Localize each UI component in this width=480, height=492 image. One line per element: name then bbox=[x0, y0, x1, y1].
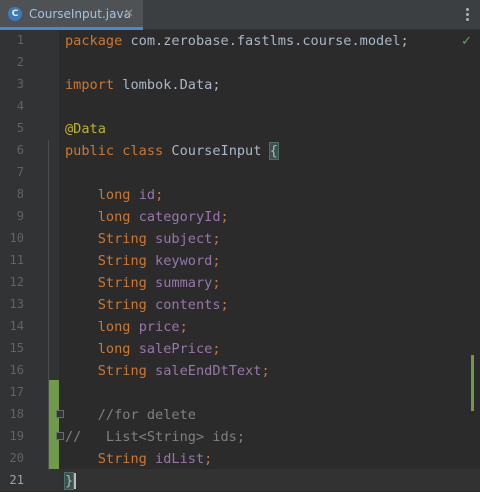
code-line-11[interactable]: String keyword; bbox=[65, 250, 221, 272]
text-caret bbox=[74, 473, 77, 489]
type: String bbox=[97, 451, 147, 467]
keyword: class bbox=[114, 143, 164, 159]
semicolon: ; bbox=[212, 253, 221, 269]
line-number[interactable]: 13 bbox=[0, 297, 24, 311]
close-icon[interactable]: ✕ bbox=[124, 6, 134, 20]
line-number[interactable]: 2 bbox=[0, 55, 24, 69]
line-number[interactable]: 18 bbox=[0, 407, 24, 421]
code-line-8[interactable]: long id; bbox=[65, 184, 164, 206]
semicolon: ; bbox=[220, 209, 229, 225]
field-name: categoryId bbox=[138, 209, 221, 225]
vcs-change-marker[interactable] bbox=[49, 380, 59, 469]
field-name: contents bbox=[155, 297, 221, 313]
keyword: public bbox=[65, 143, 115, 159]
line-number[interactable]: 17 bbox=[0, 385, 24, 399]
keyword: package bbox=[65, 33, 123, 49]
line-number[interactable]: 12 bbox=[0, 275, 24, 289]
annotation: @Data bbox=[65, 121, 106, 137]
type: String bbox=[97, 275, 147, 291]
comment: //for delete bbox=[65, 407, 196, 423]
java-class-icon: C bbox=[8, 7, 22, 21]
code-line-5[interactable]: @Data bbox=[65, 118, 106, 140]
fold-marker-icon[interactable] bbox=[56, 432, 64, 440]
code-line-19[interactable]: // List<String> ids; bbox=[65, 426, 245, 448]
semicolon: ; bbox=[212, 341, 221, 357]
field-name: keyword bbox=[155, 253, 213, 269]
line-number[interactable]: 4 bbox=[0, 99, 24, 113]
type: String bbox=[97, 253, 147, 269]
semicolon: ; bbox=[212, 275, 221, 291]
more-vertical-icon[interactable] bbox=[466, 8, 470, 23]
field-name: salePrice bbox=[138, 341, 213, 357]
package-name: com.zerobase.fastlms.course.model; bbox=[122, 33, 409, 49]
vertical-scrollbar[interactable] bbox=[466, 30, 480, 491]
type: String bbox=[97, 363, 147, 379]
semicolon: ; bbox=[179, 319, 188, 335]
type: long bbox=[97, 187, 131, 203]
line-number[interactable]: 6 bbox=[0, 143, 24, 157]
fold-marker-icon[interactable] bbox=[56, 410, 64, 418]
code-line-12[interactable]: String summary; bbox=[65, 272, 221, 294]
line-number[interactable]: 10 bbox=[0, 231, 24, 245]
line-number[interactable]: 21 bbox=[0, 473, 24, 487]
semicolon: ; bbox=[155, 187, 164, 203]
field-name: summary bbox=[155, 275, 213, 291]
code-line-20[interactable]: String idList; bbox=[65, 448, 213, 470]
line-number[interactable]: 20 bbox=[0, 451, 24, 465]
type: long bbox=[97, 209, 131, 225]
line-number[interactable]: 14 bbox=[0, 319, 24, 333]
line-number[interactable]: 9 bbox=[0, 209, 24, 223]
tab-label: CourseInput.java bbox=[29, 7, 131, 21]
line-number[interactable]: 11 bbox=[0, 253, 24, 267]
code-line-1[interactable]: package com.zerobase.fastlms.course.mode… bbox=[65, 30, 409, 52]
code-line-18[interactable]: //for delete bbox=[65, 404, 196, 426]
keyword: import bbox=[65, 77, 115, 93]
code-line-14[interactable]: long price; bbox=[65, 316, 188, 338]
matched-brace: { bbox=[268, 142, 279, 160]
check-icon[interactable]: ✓ bbox=[461, 34, 472, 49]
type: long bbox=[97, 319, 131, 335]
type: String bbox=[97, 297, 147, 313]
line-number[interactable]: 5 bbox=[0, 121, 24, 135]
field-name: subject bbox=[155, 231, 213, 247]
field-name: idList bbox=[155, 451, 205, 467]
matched-brace: } bbox=[63, 472, 75, 490]
code-line-9[interactable]: long categoryId; bbox=[65, 206, 229, 228]
semicolon: ; bbox=[220, 297, 229, 313]
line-number[interactable]: 19 bbox=[0, 429, 24, 443]
line-number[interactable]: 3 bbox=[0, 77, 24, 91]
code-line-3[interactable]: import lombok.Data; bbox=[65, 74, 221, 96]
line-number[interactable]: 1 bbox=[0, 33, 24, 47]
semicolon: ; bbox=[261, 363, 270, 379]
field-name: saleEndDtText bbox=[155, 363, 262, 379]
import-name: lombok.Data; bbox=[114, 77, 221, 93]
tab-courseinput[interactable]: C CourseInput.java ✕ bbox=[0, 0, 143, 30]
code-line-6[interactable]: public class CourseInput { bbox=[65, 140, 279, 162]
comment: // List<String> ids; bbox=[65, 429, 246, 445]
line-number[interactable]: 8 bbox=[0, 187, 24, 201]
semicolon: ; bbox=[204, 451, 213, 467]
class-name: CourseInput bbox=[163, 143, 270, 159]
line-number[interactable]: 16 bbox=[0, 363, 24, 377]
editor-tab-bar: C CourseInput.java ✕ bbox=[0, 0, 480, 30]
field-name: price bbox=[138, 319, 180, 335]
semicolon: ; bbox=[212, 231, 221, 247]
code-line-21[interactable]: } bbox=[63, 470, 77, 492]
code-line-13[interactable]: String contents; bbox=[65, 294, 229, 316]
line-number[interactable]: 15 bbox=[0, 341, 24, 355]
code-line-16[interactable]: String saleEndDtText; bbox=[65, 360, 270, 382]
code-line-10[interactable]: String subject; bbox=[65, 228, 221, 250]
code-line-15[interactable]: long salePrice; bbox=[65, 338, 221, 360]
line-number[interactable]: 7 bbox=[0, 165, 24, 179]
type: long bbox=[97, 341, 131, 357]
field-name: id bbox=[138, 187, 156, 203]
type: String bbox=[97, 231, 147, 247]
change-stripe[interactable] bbox=[471, 355, 474, 411]
